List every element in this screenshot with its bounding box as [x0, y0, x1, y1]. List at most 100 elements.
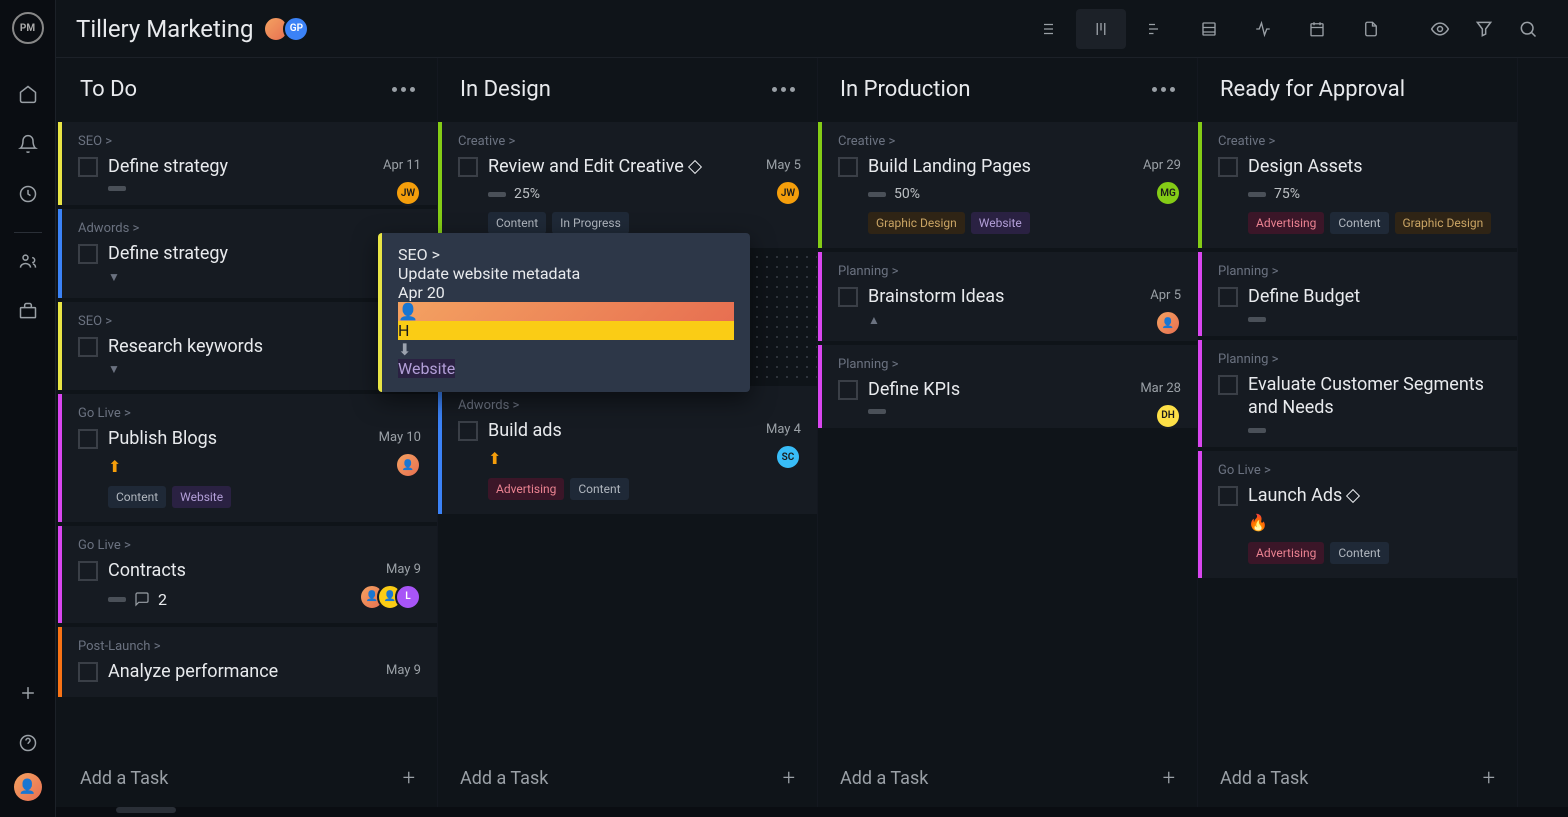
activity-view-icon[interactable]: [1238, 9, 1288, 49]
task-card[interactable]: Go Live >Launch Ads🔥AdvertisingContent: [1198, 451, 1517, 578]
task-card[interactable]: Go Live >ContractsMay 9👤👤L2: [58, 526, 437, 623]
task-card[interactable]: Post-Launch >Analyze performanceMay 9: [58, 627, 437, 697]
avatar[interactable]: 👤: [395, 452, 421, 478]
task-checkbox[interactable]: [458, 157, 478, 177]
task-checkbox[interactable]: [78, 561, 98, 581]
task-title[interactable]: Define strategy: [108, 155, 421, 178]
task-title[interactable]: Design Assets: [1248, 155, 1501, 178]
app-logo[interactable]: PM: [12, 12, 44, 44]
header-avatars[interactable]: GP: [269, 16, 309, 42]
search-icon[interactable]: [1508, 9, 1548, 49]
tag[interactable]: Content: [488, 212, 546, 234]
avatar[interactable]: L: [395, 584, 421, 610]
tag[interactable]: Advertising: [1248, 542, 1324, 564]
file-view-icon[interactable]: [1346, 9, 1396, 49]
eye-icon[interactable]: [1420, 9, 1460, 49]
add-task-button[interactable]: Add a Task+: [438, 750, 817, 807]
task-title[interactable]: Build Landing Pages: [868, 155, 1181, 178]
task-card[interactable]: Go Live >Publish BlogsMay 10👤⬆ContentWeb…: [58, 394, 437, 521]
tag[interactable]: Website: [172, 486, 231, 508]
user-avatar[interactable]: 👤: [14, 773, 42, 801]
add-task-button[interactable]: Add a Task+: [1198, 750, 1517, 807]
calendar-view-icon[interactable]: [1292, 9, 1342, 49]
task-card[interactable]: Planning >Brainstorm IdeasApr 5👤▲: [818, 252, 1197, 340]
people-icon[interactable]: [8, 241, 48, 281]
tag[interactable]: Advertising: [488, 478, 564, 500]
avatar[interactable]: DH: [1155, 403, 1181, 429]
task-checkbox[interactable]: [78, 244, 98, 264]
task-checkbox[interactable]: [1218, 157, 1238, 177]
table-view-icon[interactable]: [1184, 9, 1234, 49]
add-task-button[interactable]: Add a Task+: [58, 750, 437, 807]
card-avatars: 👤H: [398, 302, 734, 340]
task-title[interactable]: Analyze performance: [108, 660, 421, 683]
task-checkbox[interactable]: [78, 429, 98, 449]
card-category: Planning >: [838, 357, 1181, 372]
task-checkbox[interactable]: [78, 337, 98, 357]
help-icon[interactable]: [8, 723, 48, 763]
task-card[interactable]: Creative >Review and Edit CreativeMay 5J…: [438, 122, 817, 248]
bell-icon[interactable]: [8, 124, 48, 164]
task-title[interactable]: Contracts: [108, 559, 421, 582]
task-card[interactable]: Planning >Evaluate Customer Segments and…: [1198, 340, 1517, 447]
list-view-icon[interactable]: [1022, 9, 1072, 49]
avatar[interactable]: H: [398, 321, 734, 340]
task-checkbox[interactable]: [838, 157, 858, 177]
add-task-button[interactable]: Add a Task+: [818, 750, 1197, 807]
task-title[interactable]: Brainstorm Ideas: [868, 285, 1181, 308]
tag[interactable]: Graphic Design: [1395, 212, 1492, 234]
briefcase-icon[interactable]: [8, 291, 48, 331]
task-title[interactable]: Define strategy: [108, 242, 421, 265]
task-title[interactable]: Evaluate Customer Segments and Needs: [1248, 373, 1501, 420]
task-card[interactable]: Creative >Design Assets75%AdvertisingCon…: [1198, 122, 1517, 248]
task-checkbox[interactable]: [1218, 375, 1238, 395]
task-checkbox[interactable]: [458, 421, 478, 441]
tag[interactable]: Website: [398, 359, 455, 378]
task-title[interactable]: Publish Blogs: [108, 427, 421, 450]
task-title[interactable]: Research keywords: [108, 335, 421, 358]
tag[interactable]: Graphic Design: [868, 212, 965, 234]
home-icon[interactable]: [8, 74, 48, 114]
tag[interactable]: Content: [1330, 212, 1388, 234]
board-view-icon[interactable]: [1076, 9, 1126, 49]
avatar[interactable]: MG: [1155, 180, 1181, 206]
avatar[interactable]: SC: [775, 444, 801, 470]
task-checkbox[interactable]: [78, 662, 98, 682]
task-card[interactable]: Planning >Define Budget: [1198, 252, 1517, 335]
task-checkbox[interactable]: [78, 157, 98, 177]
task-title[interactable]: Update website metadata: [398, 264, 734, 283]
avatar[interactable]: GP: [283, 16, 309, 42]
task-checkbox[interactable]: [838, 380, 858, 400]
column-menu-icon[interactable]: [772, 87, 795, 92]
gantt-view-icon[interactable]: [1130, 9, 1180, 49]
horizontal-scrollbar[interactable]: [116, 807, 176, 813]
avatar[interactable]: 👤: [1155, 310, 1181, 336]
clock-icon[interactable]: [8, 174, 48, 214]
avatar[interactable]: JW: [775, 180, 801, 206]
avatar[interactable]: JW: [395, 180, 421, 206]
tag[interactable]: Content: [570, 478, 628, 500]
tag[interactable]: Content: [108, 486, 166, 508]
task-title[interactable]: Build ads: [488, 419, 801, 442]
task-card[interactable]: Creative >Build Landing PagesApr 29MG50%…: [818, 122, 1197, 248]
column-menu-icon[interactable]: [392, 87, 415, 92]
task-title[interactable]: Launch Ads: [1248, 484, 1501, 507]
tag[interactable]: Advertising: [1248, 212, 1324, 234]
task-checkbox[interactable]: [1218, 287, 1238, 307]
filter-icon[interactable]: [1464, 9, 1504, 49]
task-card[interactable]: Adwords >Build adsMay 4SC⬆AdvertisingCon…: [438, 386, 817, 513]
column-menu-icon[interactable]: [1152, 87, 1175, 92]
task-title[interactable]: Define Budget: [1248, 285, 1501, 308]
task-title[interactable]: Review and Edit Creative: [488, 155, 801, 178]
task-title[interactable]: Define KPIs: [868, 378, 1181, 401]
avatar[interactable]: 👤: [398, 302, 734, 321]
tag[interactable]: In Progress: [552, 212, 629, 234]
plus-icon[interactable]: [8, 673, 48, 713]
task-card[interactable]: Planning >Define KPIsMar 28DH: [818, 345, 1197, 428]
tag[interactable]: Website: [971, 212, 1030, 234]
dragging-card[interactable]: SEO > Update website metadata Apr 20 👤H …: [378, 233, 750, 392]
task-checkbox[interactable]: [838, 287, 858, 307]
task-checkbox[interactable]: [1218, 486, 1238, 506]
tag[interactable]: Content: [1330, 542, 1388, 564]
task-card[interactable]: SEO >Define strategyApr 11JW: [58, 122, 437, 205]
